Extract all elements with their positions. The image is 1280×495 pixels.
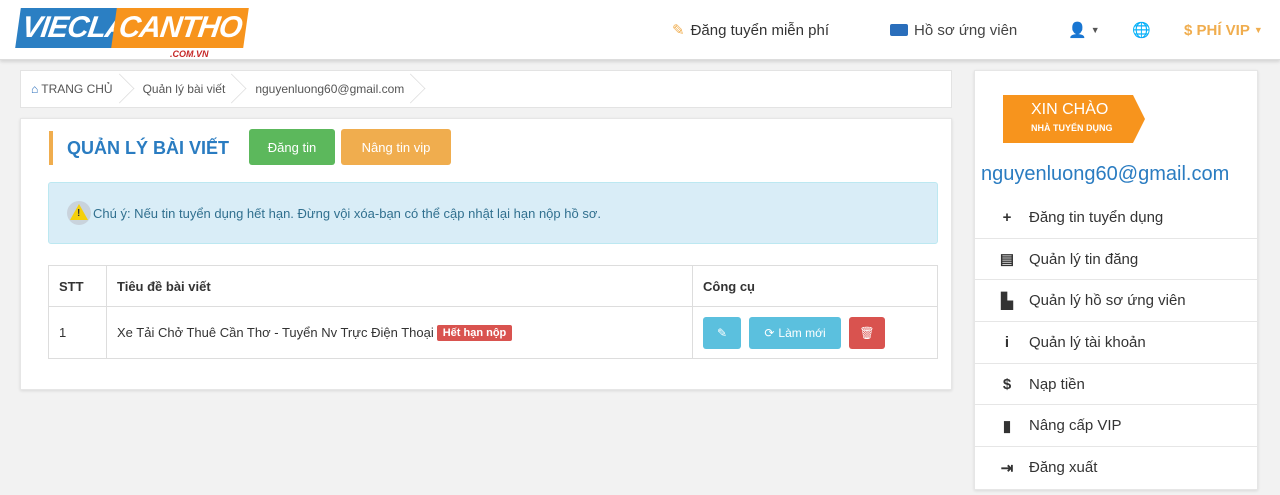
user-menu-dropdown[interactable]: 👤 ▼ xyxy=(1068,0,1100,60)
trash-icon: 🗑 xyxy=(859,325,875,340)
sidebar-item-label: Nâng cấp VIP xyxy=(1029,417,1122,435)
column-header-tools: Công cụ xyxy=(692,265,938,307)
logout-icon: ⇥ xyxy=(1000,459,1014,477)
sidebar-item-label: Quản lý tài khoản xyxy=(1029,333,1146,351)
sidebar-item-upgrade-vip[interactable]: ▮ Nâng cấp VIP xyxy=(975,405,1257,448)
breadcrumb-home-label: TRANG CHỦ xyxy=(41,82,113,96)
status-badge: Hết hạn nộp xyxy=(436,324,513,341)
language-switch[interactable]: 🌐 xyxy=(1132,0,1151,60)
greeting-role: NHÀ TUYỂN DỤNG xyxy=(1031,123,1113,133)
notice-text: Chú ý: Nếu tin tuyển dụng hết hạn. Đừng … xyxy=(93,205,601,221)
breadcrumb-manage-posts[interactable]: Quản lý bài viết xyxy=(125,71,238,107)
cell-stt: 1 xyxy=(48,306,107,359)
top-navbar: VIECLAM CANTHO .COM.VN ✎ Đăng tuyển miễn… xyxy=(0,0,1280,60)
info-icon: i xyxy=(1004,333,1010,351)
manage-posts-panel: QUẢN LÝ BÀI VIẾT Đăng tin Nâng tin vip !… xyxy=(20,118,952,390)
post-title-link[interactable]: Xe Tải Chở Thuê Cần Thơ - Tuyển Nv Trực … xyxy=(117,325,434,340)
notice-alert: ! Chú ý: Nếu tin tuyển dụng hết hạn. Đừn… xyxy=(48,182,938,244)
sidebar-menu: + Đăng tin tuyển dụng ▤ Quản lý tin đăng ▙… xyxy=(975,197,1257,489)
sidebar-item-label: Nạp tiền xyxy=(1029,375,1085,393)
sidebar-item-manage-posts[interactable]: ▤ Quản lý tin đăng xyxy=(975,239,1257,281)
sidebar-item-post-job[interactable]: + Đăng tin tuyển dụng xyxy=(975,197,1257,239)
greeting-text: XIN CHÀO xyxy=(1031,101,1109,118)
dollar-icon: $ xyxy=(1002,375,1012,393)
vip-fee-dropdown[interactable]: $ PHÍ VIP ▼ xyxy=(1184,0,1263,60)
posts-table: STT Tiêu đề bài viết Công cụ 1 Xe Tải Ch… xyxy=(48,265,938,359)
nav-post-job-free[interactable]: ✎ Đăng tuyển miễn phí xyxy=(672,0,829,60)
table-row: 1 Xe Tải Chở Thuê Cần Thơ - Tuyển Nv Trự… xyxy=(48,306,938,359)
table-header-row: STT Tiêu đề bài viết Công cụ xyxy=(48,265,938,307)
file-icon: ▙ xyxy=(1001,292,1013,310)
greeting-ribbon: XIN CHÀO NHÀ TUYỂN DỤNG xyxy=(1003,95,1145,143)
account-sidebar: XIN CHÀO NHÀ TUYỂN DỤNG nguyenluong60@gm… xyxy=(974,70,1258,490)
sidebar-item-manage-account[interactable]: i Quản lý tài khoản xyxy=(975,322,1257,364)
nav-vip-label: $ PHÍ VIP xyxy=(1184,21,1250,39)
chevron-down-icon: ▼ xyxy=(1090,25,1100,35)
column-header-title: Tiêu đề bài viết xyxy=(106,265,693,307)
chevron-down-icon: ▼ xyxy=(1253,25,1263,35)
upgrade-icon: ▮ xyxy=(1002,417,1012,435)
account-email: nguyenluong60@gmail.com xyxy=(981,163,1230,185)
sidebar-item-label: Quản lý tin đăng xyxy=(1029,250,1139,268)
refresh-post-button[interactable]: ⟳ Làm mới xyxy=(749,316,841,349)
delete-post-button[interactable]: 🗑 xyxy=(849,316,885,349)
nav-cv-label: Hồ sơ ứng viên xyxy=(914,21,1018,39)
edit-icon: ✎ xyxy=(672,22,685,39)
edit-post-button[interactable]: ✎ xyxy=(703,316,741,349)
sidebar-item-label: Đăng tin tuyển dụng xyxy=(1029,208,1164,226)
sidebar-item-logout[interactable]: ⇥ Đăng xuất xyxy=(975,447,1257,489)
logo-text-cantho: CANTHO xyxy=(111,8,250,48)
cell-tools: ✎ ⟳ Làm mới 🗑 xyxy=(692,306,938,359)
breadcrumb: ⌂ TRANG CHỦ Quản lý bài viết nguyenluong6… xyxy=(20,70,952,108)
globe-icon: 🌐 xyxy=(1132,22,1151,39)
plus-icon: + xyxy=(1002,208,1012,226)
edit-icon: ✎ xyxy=(716,325,728,340)
breadcrumb-home[interactable]: ⌂ TRANG CHỦ xyxy=(21,71,125,107)
sidebar-item-label: Quản lý hồ sơ ứng viên xyxy=(1029,292,1186,310)
sidebar-item-manage-candidates[interactable]: ▙ Quản lý hồ sơ ứng viên xyxy=(975,280,1257,323)
list-icon: ▤ xyxy=(999,251,1015,269)
cell-title: Xe Tải Chở Thuê Cần Thơ - Tuyển Nv Trực … xyxy=(106,306,693,359)
nav-candidate-profiles[interactable]: Hồ sơ ứng viên xyxy=(890,0,1017,60)
id-card-icon xyxy=(890,24,908,36)
page-title: QUẢN LÝ BÀI VIẾT xyxy=(49,131,229,165)
upgrade-vip-post-button[interactable]: Nâng tin vip xyxy=(341,129,451,165)
post-job-button[interactable]: Đăng tin xyxy=(249,129,335,165)
warning-icon: ! xyxy=(67,201,91,225)
sidebar-item-label: Đăng xuất xyxy=(1029,459,1098,477)
breadcrumb-email-label: nguyenluong60@gmail.com xyxy=(255,82,405,96)
sidebar-item-top-up[interactable]: $ Nạp tiền xyxy=(975,364,1257,406)
refresh-icon: ⟳ xyxy=(764,325,775,340)
home-icon: ⌂ xyxy=(31,82,39,96)
refresh-label: Làm mới xyxy=(778,325,826,340)
breadcrumb-current-user: nguyenluong60@gmail.com xyxy=(237,71,416,107)
nav-post-label: Đăng tuyển miễn phí xyxy=(690,21,829,39)
site-logo[interactable]: VIECLAM CANTHO .COM.VN xyxy=(15,6,250,59)
column-header-stt: STT xyxy=(48,265,107,307)
user-icon: 👤 xyxy=(1068,22,1087,39)
logo-subtext: .COM.VN xyxy=(170,49,209,59)
breadcrumb-manage-label: Quản lý bài viết xyxy=(142,82,226,96)
